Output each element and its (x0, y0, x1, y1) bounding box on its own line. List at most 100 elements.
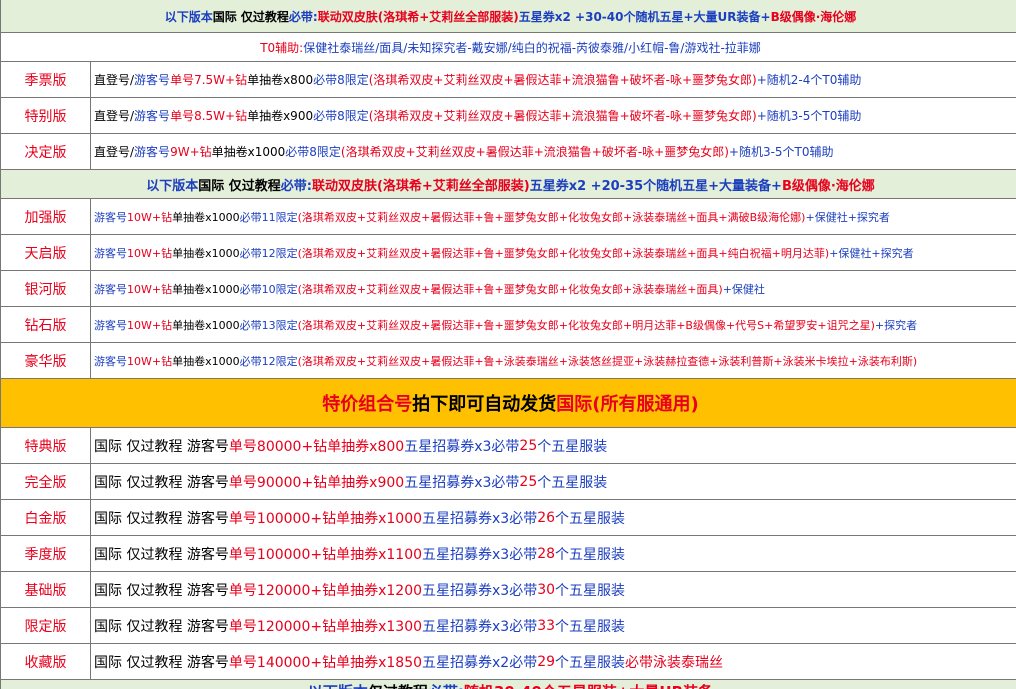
table-row: 季度版 国际 仅过教程 游客号 单号100000+钻 单抽券x1100 五星招募券… (1, 536, 1016, 572)
version-label: 豪华版 (1, 343, 91, 378)
version-description: 游客号 10W+钻 单抽卷x1000 必带12限定 (洛琪希双皮+艾莉丝双皮+暑假… (91, 343, 917, 378)
version-description: 国际 仅过教程 游客号 单号 90000+钻 单抽券x900 五星招募券x3 必… (91, 464, 607, 499)
text-segment: B级偶像·海伦娜 (770, 9, 857, 24)
text-segment: 单抽券x900 (327, 474, 405, 491)
text-segment: 国际 仅过教程 游客号 (94, 510, 229, 527)
version-description: 游客号 10W+钻 单抽卷x1000 必带10限定 (洛琪希双皮+艾莉丝双皮+暑假… (91, 271, 765, 306)
text-segment: 游客号 (94, 354, 127, 368)
text-segment: 个五星服装 (555, 618, 626, 635)
version-label: 天启版 (1, 235, 91, 270)
text-segment: 个五星服装 (537, 438, 608, 455)
text-segment: 必带8限定 (285, 145, 341, 159)
text-segment: 拍下即可自动发货 (412, 394, 557, 415)
text-segment: +保健社+探究者 (805, 210, 890, 224)
text-segment: 必带11限定 (239, 210, 298, 224)
text-segment: 单号120000+钻 (228, 582, 337, 599)
text-segment: 26 (537, 509, 556, 526)
text-segment: 国际(所有服通用) (556, 394, 699, 415)
text-segment: (洛琪希双皮+艾莉丝双皮+暑假达菲+鲁+泳装泰瑞丝+泳装悠丝提亚+泳装赫拉查德+… (297, 354, 918, 368)
text-segment: 联动双皮肤(洛琪希+艾莉丝全部服装) (311, 178, 530, 194)
text-segment: 游客号 (94, 318, 127, 332)
text-segment: 单抽卷x1000 (172, 246, 240, 260)
text-segment: 仅过教程 (368, 681, 428, 689)
table-row: 完全版 国际 仅过教程 游客号 单号 90000+钻 单抽券x900 五星招募券x… (1, 464, 1016, 500)
text-segment: 单号8.5W+钻 (170, 109, 248, 123)
text-segment: 单抽卷x1000 (172, 318, 240, 332)
text-segment: 必带12限定 (239, 354, 298, 368)
text-segment: 单抽卷x800 (247, 73, 314, 87)
text-segment: 必带 (509, 510, 538, 527)
price-table: 以下版本 国际 仅过教程 必带: 联动双皮肤(洛琪希+艾莉丝全部服装) 五星券x2… (0, 0, 1016, 689)
text-segment: 直登号/ (94, 73, 135, 87)
version-description: 游客号 10W+钻 单抽卷x1000 必带13限定 (洛琪希双皮+艾莉丝双皮+暑假… (91, 307, 917, 342)
version-description: 直登号/游客号 9W+钻 单抽卷x1000 必带8限定 (洛琪希双皮+艾莉丝双皮+… (91, 134, 834, 169)
text-segment: 必带 (509, 654, 538, 671)
text-segment: +保健社 (722, 282, 765, 296)
text-segment: 保健社泰瑞丝/面具/未知探究者-戴安娜/纯白的祝福-芮彼泰雅/小红帽-鲁/游戏社… (303, 40, 761, 55)
text-segment: 五星招募券x3 (404, 438, 492, 455)
text-segment: 国际 仅过教程 游客号 (94, 438, 229, 455)
text-segment: 单号7.5W+钻 (170, 73, 248, 87)
text-segment: 直登号/ (94, 145, 135, 159)
version-label: 季度版 (1, 536, 91, 571)
text-segment: 单号 (228, 438, 257, 455)
text-segment: 必带: (280, 178, 312, 194)
text-segment: 个五星服装 (537, 474, 608, 491)
text-segment: 游客号 (94, 210, 127, 224)
text-segment: 必带8限定 (313, 109, 369, 123)
text-segment: 单抽券x800 (327, 438, 405, 455)
text-segment: 必带 (491, 474, 520, 491)
text-segment: +随机3-5个T0辅助 (728, 145, 834, 159)
version-label: 特别版 (1, 98, 91, 133)
text-segment: 五星招募券x3 (422, 618, 510, 635)
version-label: 限定版 (1, 608, 91, 643)
table-row: 银河版 游客号 10W+钻 单抽卷x1000 必带10限定 (洛琪希双皮+艾莉丝双皮… (1, 271, 1016, 307)
text-segment: 必带 (509, 546, 538, 563)
text-segment: 国际 仅过教程 (212, 9, 289, 24)
section-header-2: 以下版本 国际 仅过教程 必带: 联动双皮肤(洛琪希+艾莉丝全部服装) 五星券x… (1, 170, 1016, 199)
text-segment: +随机3-5个T0辅助 (756, 109, 862, 123)
table-row: 特别版 直登号/游客号 单号8.5W+钻 单抽卷x900 必带8限定 (洛琪希双皮+… (1, 98, 1016, 134)
version-description: 国际 仅过教程 游客号 单号120000+钻 单抽券x1200 五星招募券x3 … (91, 572, 625, 607)
version-description: 国际 仅过教程 游客号 单号120000+钻 单抽券x1300 五星招募券x3 … (91, 608, 625, 643)
text-segment: 必带12限定 (239, 246, 298, 260)
text-segment: 以下版本 (164, 9, 213, 24)
text-segment: 个五星服装 (555, 654, 626, 671)
text-segment: 必带 (491, 438, 520, 455)
text-segment: 个五星服装 (555, 582, 626, 599)
text-segment: 29 (537, 653, 556, 670)
table-row: 季票版 直登号/游客号 单号7.5W+钻 单抽卷x800 必带8限定 (洛琪希双皮+… (1, 62, 1016, 98)
version-description: 直登号/游客号 单号8.5W+钻 单抽卷x900 必带8限定 (洛琪希双皮+艾莉丝… (91, 98, 861, 133)
text-segment: 直登号/ (94, 109, 135, 123)
text-segment: 必带 (509, 582, 538, 599)
version-description: 直登号/游客号 单号7.5W+钻 单抽卷x800 必带8限定 (洛琪希双皮+艾莉丝… (91, 62, 861, 97)
text-segment: 个五星服装 (555, 510, 626, 527)
version-description: 游客号 10W+钻 单抽卷x1000 必带11限定 (洛琪希双皮+艾莉丝双皮+暑假… (91, 199, 890, 234)
text-segment: 80000+钻 (256, 438, 328, 455)
text-segment: 30 (537, 581, 556, 598)
version-label: 加强版 (1, 199, 91, 234)
text-segment: 单号 (228, 474, 257, 491)
text-segment: (洛琪希双皮+艾莉丝双皮+暑假达菲+流浪猫鲁+破坏者-咏+噩梦兔女郎) (368, 73, 757, 87)
version-label: 完全版 (1, 464, 91, 499)
text-segment: 单抽券x1100 (336, 546, 423, 563)
text-segment: 国际 仅过教程 游客号 (94, 654, 229, 671)
text-segment: 10W+钻 (127, 282, 173, 296)
text-segment: 随机30-40个五星服装+大量UR装备 (464, 681, 713, 689)
table-row: 基础版 国际 仅过教程 游客号 单号120000+钻 单抽券x1200 五星招募券… (1, 572, 1016, 608)
version-label: 季票版 (1, 62, 91, 97)
promo-banner-text: 特价组合号 拍下即可自动发货 国际(所有服通用) (319, 379, 698, 427)
promo-banner: 特价组合号 拍下即可自动发货 国际(所有服通用) (1, 379, 1016, 428)
version-description: 国际 仅过教程 游客号 单号140000+钻 单抽券x1850 五星招募券x2 … (91, 644, 723, 679)
text-segment: 单抽卷x1000 (211, 145, 286, 159)
text-segment: 游客号 (94, 282, 127, 296)
table-row: 豪华版 游客号 10W+钻 单抽卷x1000 必带12限定 (洛琪希双皮+艾莉丝双皮… (1, 343, 1016, 379)
text-segment: 五星券x2 +20-35个随机五星+大量装备+ (529, 178, 782, 194)
section-header-1: 以下版本 国际 仅过教程 必带: 联动双皮肤(洛琪希+艾莉丝全部服装) 五星券x2… (1, 0, 1016, 33)
text-segment: 必带: (428, 681, 464, 689)
table-row: 限定版 国际 仅过教程 游客号 单号120000+钻 单抽券x1300 五星招募券… (1, 608, 1016, 644)
text-segment: 单号140000+钻 (228, 654, 337, 671)
text-segment: (洛琪希双皮+艾莉丝双皮+暑假达菲+流浪猫鲁+破坏者-咏+噩梦兔女郎) (368, 109, 757, 123)
text-segment: 联动双皮肤(洛琪希+艾莉丝全部服装) (317, 9, 519, 24)
text-segment: 10W+钻 (127, 210, 173, 224)
